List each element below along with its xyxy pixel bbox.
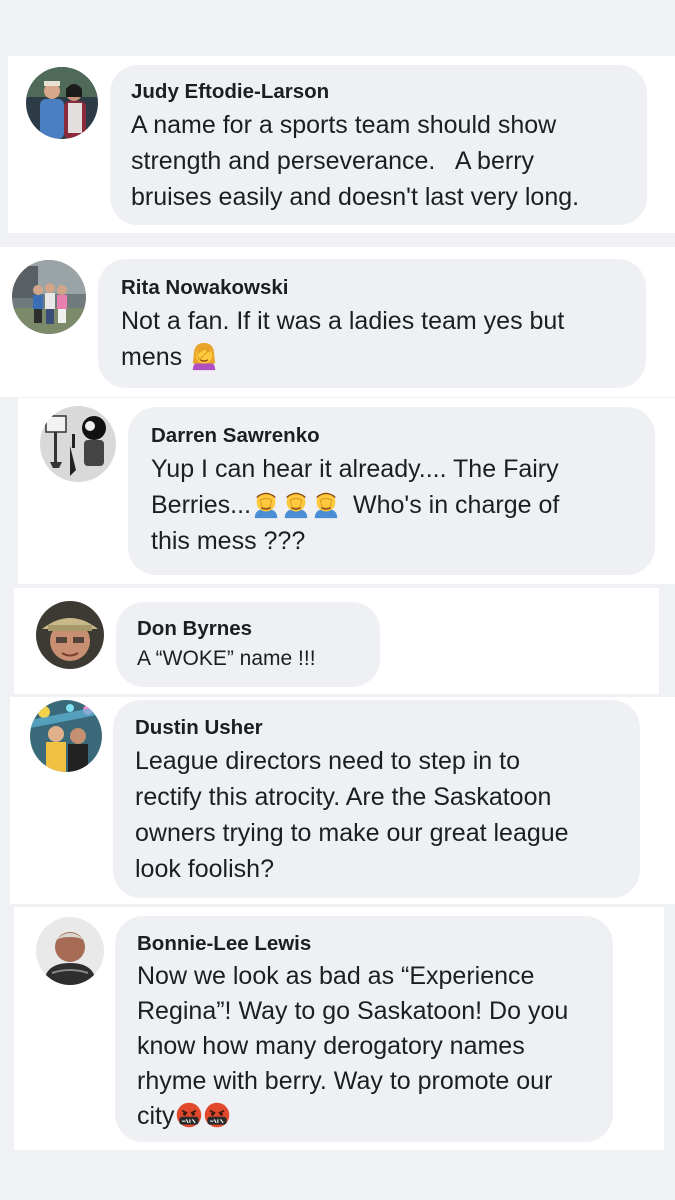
comment-line: strength and perseverance. A berry bbox=[131, 147, 535, 175]
comment-line: know how many derogatory names bbox=[137, 1032, 525, 1060]
commenter-name[interactable]: Rita Nowakowski bbox=[121, 275, 623, 301]
man-facepalming-emoji bbox=[251, 489, 281, 519]
face-with-symbols-on-mouth-emoji bbox=[175, 1101, 203, 1129]
comment-bubble: Dustin Usher League directors need to st… bbox=[113, 700, 640, 898]
comment-line: Not a fan. If it was a ladies team yes b… bbox=[121, 307, 565, 335]
comment-line: League directors need to step in to bbox=[135, 747, 520, 775]
comment-text: Now we look as bad as “Experience Regina… bbox=[137, 959, 591, 1134]
man-facepalming-emoji bbox=[311, 489, 341, 519]
woman-facepalming-emoji bbox=[189, 341, 219, 371]
comment-bubble: Don Byrnes A “WOKE” name !!! bbox=[116, 602, 380, 687]
comment-text: A “WOKE” name !!! bbox=[137, 644, 359, 674]
commenter-name[interactable]: Bonnie-Lee Lewis bbox=[137, 931, 591, 957]
avatar[interactable] bbox=[36, 601, 104, 669]
comment-text: League directors need to step in to rect… bbox=[135, 743, 618, 887]
comment-line: rectify this atrocity. Are the Saskatoon bbox=[135, 783, 552, 811]
comment-line: look foolish? bbox=[135, 855, 274, 883]
comment-line: Who's in charge of bbox=[353, 491, 560, 519]
comment-line: Yup I can hear it already.... The Fairy bbox=[151, 455, 559, 483]
comment-line: Berries... bbox=[151, 491, 252, 519]
comment-line: A “WOKE” name !!! bbox=[137, 647, 316, 670]
comment-bubble: Judy Eftodie-Larson A name for a sports … bbox=[110, 65, 647, 225]
avatar[interactable] bbox=[40, 406, 116, 482]
comment-line: Regina”! Way to go Saskatoon! Do you bbox=[137, 997, 569, 1025]
face-with-symbols-on-mouth-emoji bbox=[203, 1101, 231, 1129]
commenter-name[interactable]: Don Byrnes bbox=[137, 616, 359, 642]
comment-text: Yup I can hear it already.... The Fairy … bbox=[151, 451, 632, 559]
avatar[interactable] bbox=[30, 700, 102, 772]
comment-line: city bbox=[137, 1102, 175, 1130]
comment-line: A name for a sports team should show bbox=[131, 111, 557, 139]
avatar[interactable] bbox=[36, 917, 104, 985]
comment-text: A name for a sports team should show str… bbox=[131, 107, 626, 215]
comment-line: this mess ??? bbox=[151, 527, 306, 555]
comment-bubble: Rita Nowakowski Not a fan. If it was a l… bbox=[98, 259, 646, 388]
commenter-name[interactable]: Dustin Usher bbox=[135, 715, 618, 741]
comment-line: rhyme with berry. Way to promote our bbox=[137, 1067, 553, 1095]
comment-bubble: Bonnie-Lee Lewis Now we look as bad as “… bbox=[115, 916, 613, 1142]
commenter-name[interactable]: Judy Eftodie-Larson bbox=[131, 79, 626, 105]
comment-bubble: Darren Sawrenko Yup I can hear it alread… bbox=[128, 407, 655, 575]
comment-line: Now we look as bad as “Experience bbox=[137, 962, 535, 990]
avatar[interactable] bbox=[12, 260, 86, 334]
avatar[interactable] bbox=[26, 67, 98, 139]
commenter-name[interactable]: Darren Sawrenko bbox=[151, 423, 632, 449]
comment-text: Not a fan. If it was a ladies team yes b… bbox=[121, 303, 623, 375]
comment-line: mens bbox=[121, 343, 183, 371]
man-facepalming-emoji bbox=[281, 489, 311, 519]
comment-line: bruises easily and doesn't last very lon… bbox=[131, 183, 580, 211]
comment-line: owners trying to make our great league bbox=[135, 819, 569, 847]
